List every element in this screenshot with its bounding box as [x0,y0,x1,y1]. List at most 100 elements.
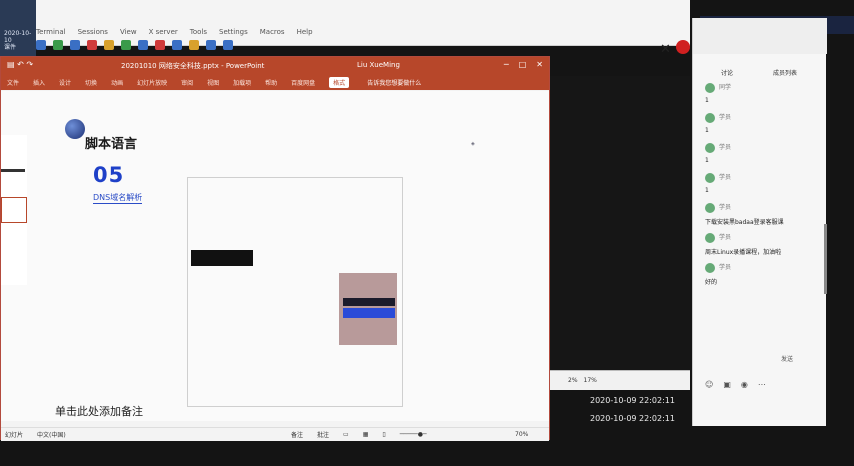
tab-file[interactable]: 文件 [7,78,19,87]
tab-format[interactable]: 格式 [329,76,350,88]
tab-addins[interactable]: 加载项 [233,78,251,87]
timestamp: 2020-10-09 22:02:11 [590,396,675,405]
status-bar: 幻灯片 中文(中国) 备注 批注 ▭ ▦ ▯ ─────●─ 70% [1,427,549,441]
tunneling-icon[interactable] [172,40,182,50]
slide-thumbnail[interactable] [1,197,27,223]
tab-design[interactable]: 设计 [59,78,71,87]
menu-tools[interactable]: Tools [190,28,207,36]
view-icon[interactable] [121,40,131,50]
menu-view[interactable]: View [120,28,137,36]
menu-terminal[interactable]: Terminal [36,28,66,36]
avatar [705,202,715,213]
timestamp: 2020-10-09 22:02:11 [590,414,675,423]
servers-icon[interactable] [53,40,63,50]
settings-icon[interactable] [206,40,216,50]
chat-message: 学员 周末Linux录播课程，加油啦 [705,232,782,256]
help-icon[interactable] [223,40,233,50]
chat-message: 同学 1 [705,82,732,104]
diagram-dark-bar [343,298,395,306]
mic-icon[interactable]: ◉ [741,380,748,389]
notes-placeholder[interactable]: 单击此处添加备注 [55,403,143,419]
comments-button[interactable]: 批注 [317,430,329,439]
menu-settings[interactable]: Settings [219,28,248,36]
menu-xserver[interactable]: X server [149,28,178,36]
notes-button[interactable]: 备注 [291,430,303,439]
chat-tabs: 讨论 成员列表 [721,68,797,77]
avatar [705,142,715,153]
terminal-toolbar [36,40,233,50]
chat-message: 学员 1 [705,172,732,194]
chat-message: 学员 1 [705,112,732,134]
menu-sessions[interactable]: Sessions [78,28,108,36]
tab-animations[interactable]: 动画 [111,78,123,87]
tab-help[interactable]: 帮助 [265,78,277,87]
video-preview [548,76,690,376]
desktop: Terminal Sessions View X server Tools Se… [0,0,854,466]
section-number[interactable]: 05 [93,163,124,187]
avatar [705,112,715,123]
tab-baidu[interactable]: 百度网盘 [291,78,315,87]
minimize-icon[interactable]: ─ [504,60,509,69]
menu-help[interactable]: Help [297,28,313,36]
tab-view[interactable]: 视图 [207,78,219,87]
chat-panel: 讨论 成员列表 同学 1 学员 1 学员 1 学员 1 学员 下载安装黑badaa登录客服… [692,18,827,426]
section-subtitle[interactable]: DNS域名解析 [93,192,143,204]
avatar [705,172,715,183]
maximize-icon[interactable]: □ [519,60,527,69]
desktop-shortcuts: 2020-10-10 课件 [0,0,36,60]
status-slide: 幻灯片 [5,432,24,439]
close-icon[interactable]: ✕ [536,60,543,69]
split-icon[interactable] [138,40,148,50]
power-icon[interactable] [676,40,690,54]
sessions-icon[interactable] [104,40,114,50]
tab-discussion[interactable]: 讨论 [721,68,733,77]
chat-header [693,18,827,54]
avatar [705,82,715,93]
tab-review[interactable]: 审阅 [181,78,193,87]
background-terminal-app: Terminal Sessions View X server Tools Se… [0,0,690,50]
image-icon[interactable]: ▣ [723,380,731,389]
desktop-shortcut-label[interactable]: 课件 [4,42,32,51]
tools-icon[interactable] [70,40,80,50]
chat-input-toolbar: ☺ ▣ ◉ ⋯ [693,374,827,394]
chat-message: 学员 好的 [705,262,732,286]
quick-access-icon[interactable]: ▤ ↶ ↷ [7,60,33,69]
video-controls-strip: 2% 17% [548,370,690,390]
slide-badge-icon: ◈ [471,141,475,147]
tab-transitions[interactable]: 切换 [85,78,97,87]
chat-scrollbar[interactable] [824,224,827,294]
multiexec-icon[interactable] [155,40,165,50]
slide-heading[interactable]: 脚本语言 [85,133,137,152]
send-button[interactable]: 发送 [781,354,793,363]
document-title: 20201010 网络安全科技.pptx - PowerPoint [121,62,265,70]
tab-slideshow[interactable]: 幻灯片放映 [137,78,167,87]
slide-diagram[interactable] [187,177,403,407]
ribbon-tabs: 文件 插入 设计 切换 动画 幻灯片放映 审阅 视图 加载项 帮助 百度网盘 格… [1,74,549,90]
window-controls: ─ □ ✕ [504,60,543,69]
thumb-divider [1,169,25,172]
zoom-slider[interactable]: ─────●─ [400,431,427,438]
tell-me-box[interactable]: 告诉我您想要做什么 [367,78,421,87]
slide-thumbnails[interactable] [1,135,27,285]
powerpoint-titlebar: ▤ ↶ ↷ 20201010 网络安全科技.pptx - PowerPoint … [1,57,549,74]
sorter-view-icon[interactable]: ▦ [363,431,369,438]
menu-macros[interactable]: Macros [260,28,285,36]
status-language[interactable]: 中文(中国) [37,430,66,439]
close-icon[interactable]: ✕ [660,42,671,57]
user-name[interactable]: Liu XueMing [357,61,400,69]
avatar [705,232,715,243]
avatar [705,262,715,273]
zoom-level[interactable]: 70% [515,431,528,438]
chat-message: 学员 下载安装黑badaa登录客服课 [705,202,784,226]
tab-members[interactable]: 成员列表 [773,68,797,77]
normal-view-icon[interactable]: ▭ [343,431,349,438]
emoji-icon[interactable]: ☺ [705,380,713,389]
session-icon[interactable] [36,40,46,50]
tab-insert[interactable]: 插入 [33,78,45,87]
reading-view-icon[interactable]: ▯ [382,431,385,438]
diagram-black-block [191,250,253,266]
powerpoint-window: ▤ ↶ ↷ 20201010 网络安全科技.pptx - PowerPoint … [0,56,550,441]
more-icon[interactable]: ⋯ [758,380,766,389]
packages-icon[interactable] [189,40,199,50]
games-icon[interactable] [87,40,97,50]
